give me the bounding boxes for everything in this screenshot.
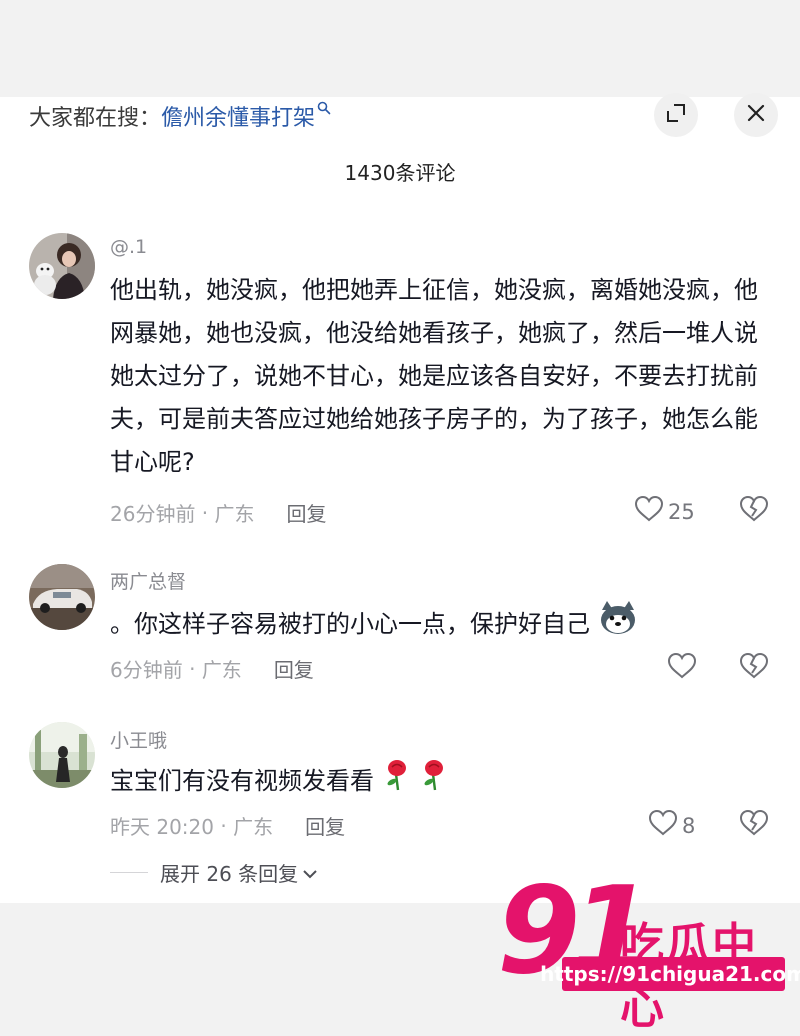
comment-meta: 6分钟前 · 广东 回复	[110, 654, 314, 683]
dislike-button[interactable]	[739, 652, 769, 684]
reply-button[interactable]: 回复	[274, 654, 314, 683]
broken-heart-icon	[739, 495, 769, 527]
comment-location: 广东	[214, 502, 255, 526]
comment-author[interactable]: @.1	[110, 236, 147, 258]
like-count: 8	[682, 813, 696, 838]
rose-emoji-icon	[382, 758, 412, 806]
like-button[interactable]: 8	[648, 809, 695, 842]
meta-separator: ·	[182, 656, 202, 681]
comment-text: 。你这样子容易被打的小心一点，保护好自己	[110, 610, 590, 638]
like-count: 25	[668, 499, 695, 524]
like-button[interactable]	[667, 652, 701, 685]
broken-heart-icon	[739, 652, 769, 684]
comment-time: 6分钟前	[110, 658, 183, 682]
comment-text: 他出轨，她没疯，他把她弄上征信，她没疯，离婚她没疯，他网暴她，她也没疯，他没给她…	[110, 276, 758, 476]
comment-time: 26分钟前	[110, 502, 196, 526]
comment-text-row: 宝宝们有没有视频发看看	[110, 758, 760, 806]
like-button[interactable]: 25	[634, 495, 695, 528]
avatar[interactable]	[29, 722, 95, 788]
comment-location: 广东	[201, 658, 242, 682]
search-suggestion[interactable]: 大家都在搜： 儋州余懂事打架	[29, 100, 331, 132]
broken-heart-icon	[739, 809, 769, 841]
expand-icon	[665, 102, 687, 128]
expand-replies-button[interactable]: 展开 26 条回复	[110, 858, 318, 887]
dislike-button[interactable]	[739, 495, 769, 527]
dog-emoji-icon	[598, 600, 638, 650]
comment-author[interactable]: 两广总督	[110, 567, 186, 594]
search-suggestion-prefix: 大家都在搜：	[29, 106, 162, 131]
comment-location: 广东	[233, 815, 274, 839]
comment-count-title: 1430条评论	[344, 161, 456, 185]
avatar[interactable]	[29, 564, 95, 630]
comment-author[interactable]: 小王哦	[110, 726, 167, 753]
avatar[interactable]	[29, 233, 95, 299]
close-button[interactable]	[734, 93, 778, 137]
search-icon	[317, 101, 331, 119]
meta-separator: ·	[214, 813, 234, 838]
heart-icon	[648, 809, 678, 842]
search-suggestion-query[interactable]: 儋州余懂事打架	[161, 100, 315, 132]
dislike-button[interactable]	[739, 809, 769, 841]
heart-icon	[634, 495, 664, 528]
reply-button[interactable]: 回复	[305, 811, 345, 840]
comment-text: 宝宝们有没有视频发看看	[110, 767, 374, 795]
heart-icon	[667, 652, 697, 685]
close-icon	[746, 103, 766, 127]
divider	[110, 872, 148, 873]
reply-button[interactable]: 回复	[287, 498, 327, 527]
watermark-url: https://91chigua21.com	[540, 957, 800, 991]
expand-replies-label: 展开 26 条回复	[160, 862, 299, 886]
rose-emoji-icon	[419, 758, 449, 806]
comment-text-row: 。你这样子容易被打的小心一点，保护好自己	[110, 600, 760, 650]
meta-separator: ·	[195, 500, 215, 525]
comment-meta: 26分钟前 · 广东 回复	[110, 498, 327, 527]
comment-time: 昨天 20:20	[110, 815, 214, 839]
comment-meta: 昨天 20:20 · 广东 回复	[110, 811, 345, 840]
chevron-down-icon	[302, 861, 318, 885]
expand-button[interactable]	[654, 93, 698, 137]
